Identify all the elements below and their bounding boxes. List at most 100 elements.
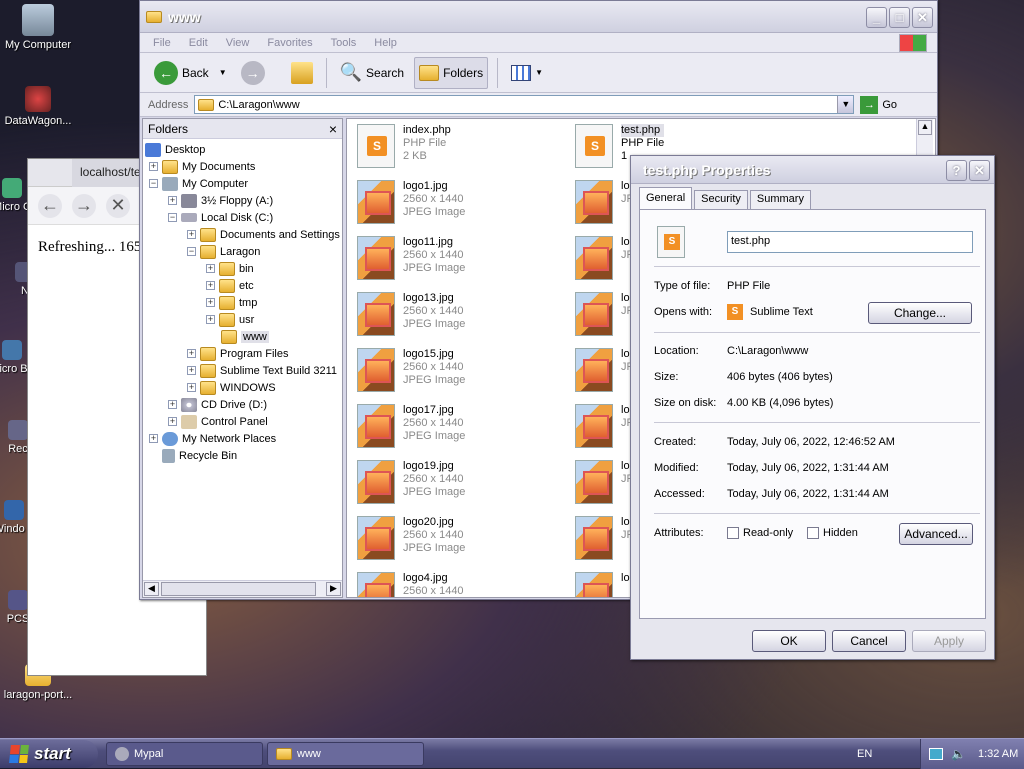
cancel-button[interactable]: Cancel: [832, 630, 906, 652]
scroll-right-icon[interactable]: ▶: [326, 582, 341, 596]
expand-icon[interactable]: +: [187, 366, 196, 375]
desktop-icon-datawagon[interactable]: DataWagon...: [0, 86, 78, 127]
expand-icon[interactable]: +: [206, 298, 215, 307]
tree-item-my-documents[interactable]: + My Documents: [149, 158, 255, 175]
tree-item-etc[interactable]: + etc: [206, 277, 254, 294]
scroll-left-icon[interactable]: ◀: [144, 582, 159, 596]
menu-help[interactable]: Help: [374, 37, 397, 49]
address-dropdown-button[interactable]: ▼: [837, 96, 854, 113]
checkbox-icon[interactable]: [807, 527, 819, 540]
readonly-checkbox[interactable]: Read-only: [727, 527, 793, 540]
close-button[interactable]: ✕: [969, 160, 990, 181]
change-button[interactable]: Change...: [868, 302, 972, 324]
up-folder-button[interactable]: [287, 57, 317, 89]
folders-button[interactable]: Folders: [414, 56, 489, 89]
apply-button[interactable]: Apply: [912, 630, 986, 652]
file-item[interactable]: index.phpPHP File2 KB: [357, 124, 567, 168]
address-input[interactable]: C:\Laragon\www ▼: [194, 95, 855, 114]
close-icon[interactable]: ×: [329, 121, 337, 137]
menu-favorites[interactable]: Favorites: [267, 37, 312, 49]
file-item[interactable]: logo19.jpg 2560 x 1440 JPEG Image: [357, 460, 567, 504]
network-tray-icon[interactable]: [929, 748, 943, 760]
tree-item-laragon[interactable]: − Laragon: [187, 243, 260, 260]
tree-item-usr[interactable]: + usr: [206, 311, 254, 328]
help-button[interactable]: ?: [946, 160, 967, 181]
tree-item-windows[interactable]: + WINDOWS: [187, 379, 276, 396]
collapse-icon[interactable]: −: [168, 213, 177, 222]
scroll-thumb[interactable]: [161, 582, 316, 596]
file-item[interactable]: logo15.jpg 2560 x 1440 JPEG Image: [357, 348, 567, 392]
expand-icon[interactable]: +: [187, 383, 196, 392]
tab-security[interactable]: Security: [694, 190, 748, 209]
tree-item-documents-and-settings[interactable]: + Documents and Settings: [187, 226, 340, 243]
tree-item-my-network-places[interactable]: + My Network Places: [149, 430, 276, 447]
folder-icon: [219, 278, 235, 293]
expand-icon[interactable]: +: [206, 264, 215, 273]
tree-item-control-panel[interactable]: + Control Panel: [168, 413, 268, 430]
tree-item-my-computer[interactable]: − My Computer: [149, 175, 248, 192]
speaker-icon[interactable]: 🔈: [951, 747, 966, 761]
back-arrow-icon[interactable]: ←: [38, 193, 62, 218]
expand-icon[interactable]: +: [187, 230, 196, 239]
collapse-icon[interactable]: −: [149, 179, 158, 188]
collapse-icon[interactable]: −: [187, 247, 196, 256]
file-item[interactable]: logo1.jpg 2560 x 1440 JPEG Image: [357, 180, 567, 224]
close-button[interactable]: ✕: [912, 7, 933, 28]
search-button[interactable]: 🔍 Search: [336, 57, 408, 89]
tab-general[interactable]: General: [639, 187, 693, 209]
chevron-down-icon[interactable]: ▼: [219, 68, 227, 77]
tree-item-bin[interactable]: + bin: [206, 260, 254, 277]
go-button[interactable]: → Go: [860, 95, 897, 114]
tree-item-local-disk[interactable]: − Local Disk (C:): [168, 209, 273, 226]
tree-item-desktop[interactable]: Desktop: [145, 141, 205, 158]
tree-item-www[interactable]: www: [221, 328, 269, 345]
tree-item-floppy[interactable]: +3½ Floppy (A:): [168, 192, 273, 209]
views-button[interactable]: ▼: [507, 57, 547, 89]
taskbar-item-mypal[interactable]: Mypal: [106, 742, 263, 766]
expand-icon[interactable]: +: [206, 315, 215, 324]
file-item[interactable]: logo4.jpg 2560 x 1440: [357, 572, 567, 597]
forward-button[interactable]: →: [237, 57, 269, 89]
file-item[interactable]: logo20.jpg 2560 x 1440 JPEG Image: [357, 516, 567, 560]
horizontal-scrollbar[interactable]: ◀ ▶: [143, 580, 342, 597]
menu-file[interactable]: File: [153, 37, 171, 49]
taskbar-item-www[interactable]: www: [267, 742, 424, 766]
explorer-titlebar[interactable]: www _ □ ✕: [140, 1, 937, 33]
forward-arrow-icon[interactable]: →: [72, 193, 96, 218]
maximize-button[interactable]: □: [889, 7, 910, 28]
expand-icon[interactable]: +: [168, 417, 177, 426]
tree-item-recycle-bin[interactable]: Recycle Bin: [162, 447, 237, 464]
tree-item-program-files[interactable]: + Program Files: [187, 345, 288, 362]
language-indicator[interactable]: EN: [857, 748, 872, 760]
expand-icon[interactable]: +: [168, 400, 177, 409]
menu-edit[interactable]: Edit: [189, 37, 208, 49]
scroll-up-icon[interactable]: ▲: [918, 120, 932, 135]
checkbox-icon[interactable]: [727, 527, 739, 540]
start-button[interactable]: start: [0, 740, 98, 768]
properties-dialog[interactable]: test.php Properties ? ✕ General Security…: [630, 155, 995, 660]
expand-icon[interactable]: +: [168, 196, 177, 205]
tree-item-cd-drive[interactable]: + CD Drive (D:): [168, 396, 267, 413]
desktop-icon-my-computer[interactable]: My Computer: [0, 4, 78, 51]
menu-tools[interactable]: Tools: [331, 37, 357, 49]
expand-icon[interactable]: +: [149, 434, 158, 443]
dialog-titlebar[interactable]: test.php Properties ? ✕: [631, 156, 994, 184]
advanced-button[interactable]: Advanced...: [899, 523, 973, 545]
tree-item-tmp[interactable]: + tmp: [206, 294, 257, 311]
filename-input[interactable]: test.php: [727, 231, 973, 253]
file-item[interactable]: logo17.jpg 2560 x 1440 JPEG Image: [357, 404, 567, 448]
back-button[interactable]: ← Back ▼: [150, 57, 231, 89]
tab-summary[interactable]: Summary: [749, 190, 811, 209]
tree-item-sublime-text[interactable]: + Sublime Text Build 3211: [187, 362, 337, 379]
stop-icon[interactable]: ✕: [106, 193, 130, 218]
expand-icon[interactable]: +: [206, 281, 215, 290]
expand-icon[interactable]: +: [149, 162, 158, 171]
minimize-button[interactable]: _: [866, 7, 887, 28]
file-item[interactable]: logo13.jpg 2560 x 1440 JPEG Image: [357, 292, 567, 336]
clock[interactable]: 1:32 AM: [978, 748, 1018, 760]
expand-icon[interactable]: +: [187, 349, 196, 358]
menu-view[interactable]: View: [226, 37, 250, 49]
hidden-checkbox[interactable]: Hidden: [807, 527, 858, 540]
ok-button[interactable]: OK: [752, 630, 826, 652]
file-item[interactable]: logo11.jpg 2560 x 1440 JPEG Image: [357, 236, 567, 280]
